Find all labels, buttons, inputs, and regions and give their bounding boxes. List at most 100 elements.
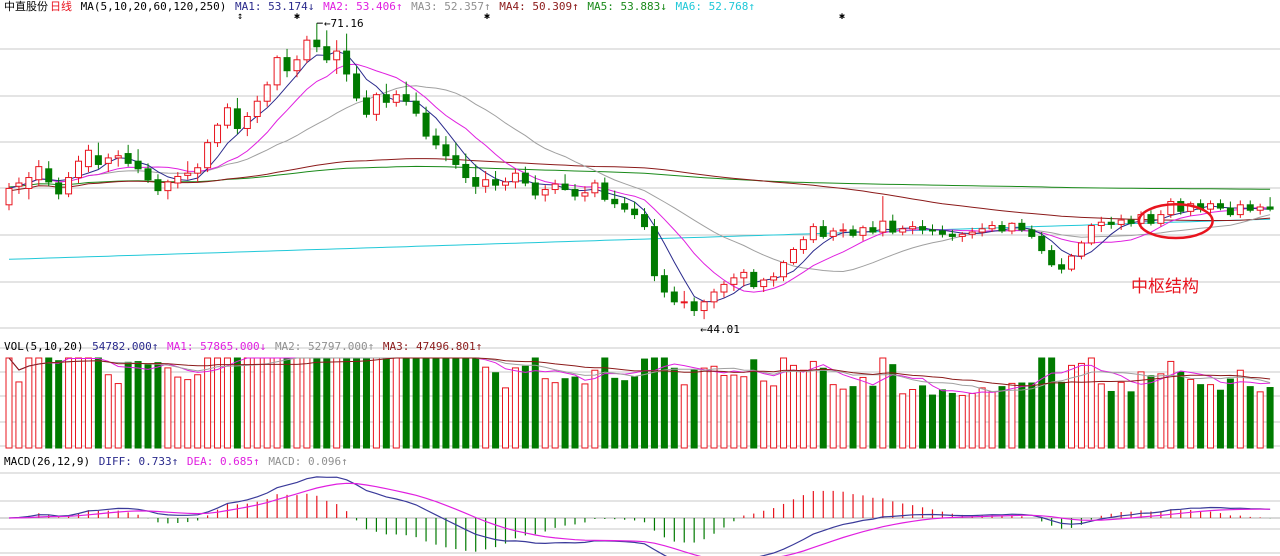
candle[interactable] bbox=[293, 59, 301, 72]
candle[interactable] bbox=[402, 94, 410, 102]
volume-bar[interactable] bbox=[75, 357, 83, 449]
volume-bar[interactable] bbox=[55, 360, 63, 449]
price-pane[interactable]: ←71.16 ←44.01 ↕ ✱ ✱ ✱ 中枢结构 bbox=[0, 0, 1280, 338]
candle[interactable] bbox=[223, 107, 231, 126]
volume-bar[interactable] bbox=[154, 362, 162, 449]
candle[interactable] bbox=[303, 39, 311, 61]
candle[interactable] bbox=[700, 301, 708, 312]
candle[interactable] bbox=[5, 187, 13, 206]
candle[interactable] bbox=[472, 177, 480, 187]
candle[interactable] bbox=[789, 249, 797, 264]
candle[interactable] bbox=[243, 115, 251, 129]
candle[interactable] bbox=[1216, 203, 1224, 209]
candle[interactable] bbox=[571, 189, 579, 197]
volume-bar[interactable] bbox=[859, 376, 867, 449]
candle[interactable] bbox=[1008, 222, 1016, 232]
volume-bar[interactable] bbox=[641, 358, 649, 449]
volume-bar[interactable] bbox=[442, 357, 450, 449]
candle[interactable] bbox=[740, 271, 748, 279]
candle[interactable] bbox=[621, 203, 629, 210]
volume-bar[interactable] bbox=[35, 357, 43, 449]
volume-chart[interactable] bbox=[0, 338, 1280, 453]
volume-bar[interactable] bbox=[382, 357, 390, 449]
volume-bar[interactable] bbox=[631, 376, 639, 449]
candle[interactable] bbox=[343, 50, 351, 75]
volume-bar[interactable] bbox=[541, 378, 549, 449]
volume-bar[interactable] bbox=[1008, 382, 1016, 449]
volume-bar[interactable] bbox=[571, 376, 579, 449]
volume-bar[interactable] bbox=[15, 381, 23, 449]
candle[interactable] bbox=[94, 155, 102, 165]
candle[interactable] bbox=[879, 220, 887, 233]
volume-bar[interactable] bbox=[1246, 386, 1254, 449]
volume-bar[interactable] bbox=[482, 366, 490, 449]
volume-bar[interactable] bbox=[561, 378, 569, 449]
candle[interactable] bbox=[1058, 264, 1066, 270]
volume-bar[interactable] bbox=[134, 361, 142, 449]
volume-bar[interactable] bbox=[263, 357, 271, 449]
volume-bar[interactable] bbox=[938, 389, 946, 449]
volume-bar[interactable] bbox=[343, 357, 351, 449]
volume-bar[interactable] bbox=[25, 357, 33, 449]
candle[interactable] bbox=[551, 183, 559, 191]
volume-bar[interactable] bbox=[303, 357, 311, 449]
volume-bar[interactable] bbox=[829, 384, 837, 449]
volume-bar[interactable] bbox=[740, 376, 748, 449]
volume-bar[interactable] bbox=[313, 357, 321, 449]
volume-bar[interactable] bbox=[700, 367, 708, 449]
candle[interactable] bbox=[601, 182, 609, 200]
candlestick-chart[interactable]: ←71.16←44.01↕ ✱ ✱ ✱中枢结构 bbox=[0, 0, 1280, 338]
volume-bar[interactable] bbox=[5, 357, 13, 449]
candle[interactable] bbox=[690, 301, 698, 312]
volume-bar[interactable] bbox=[948, 392, 956, 449]
volume-bar[interactable] bbox=[114, 383, 122, 449]
candle[interactable] bbox=[1147, 214, 1155, 224]
volume-bar[interactable] bbox=[1107, 390, 1115, 449]
candle[interactable] bbox=[1038, 235, 1046, 252]
candle[interactable] bbox=[362, 97, 370, 115]
candle[interactable] bbox=[1048, 250, 1056, 266]
candle[interactable] bbox=[392, 94, 400, 103]
candle[interactable] bbox=[184, 172, 192, 176]
volume-bar[interactable] bbox=[333, 357, 341, 449]
volume-bar[interactable] bbox=[194, 374, 202, 449]
candle[interactable] bbox=[382, 94, 390, 103]
volume-bar[interactable] bbox=[402, 357, 410, 449]
macd-chart[interactable] bbox=[0, 453, 1280, 556]
candle[interactable] bbox=[432, 135, 440, 146]
candle[interactable] bbox=[680, 301, 688, 304]
volume-bar[interactable] bbox=[591, 369, 599, 449]
volume-bar[interactable] bbox=[710, 365, 718, 449]
candle[interactable] bbox=[482, 179, 490, 187]
candle[interactable] bbox=[233, 108, 241, 129]
candle[interactable] bbox=[502, 181, 509, 186]
volume-bar[interactable] bbox=[521, 365, 529, 449]
volume-bar[interactable] bbox=[223, 357, 231, 449]
volume-bar[interactable] bbox=[621, 380, 629, 449]
volume-bar[interactable] bbox=[174, 376, 182, 449]
volume-bar[interactable] bbox=[1117, 381, 1125, 449]
volume-bar[interactable] bbox=[293, 357, 301, 449]
volume-bar[interactable] bbox=[1097, 383, 1105, 449]
candle[interactable] bbox=[780, 262, 788, 278]
candle[interactable] bbox=[45, 168, 53, 183]
volume-bar[interactable] bbox=[760, 380, 768, 449]
candle[interactable] bbox=[204, 142, 212, 169]
volume-bar[interactable] bbox=[452, 357, 460, 449]
candle[interactable] bbox=[710, 291, 718, 303]
candle[interactable] bbox=[641, 214, 649, 228]
candle[interactable] bbox=[919, 226, 927, 231]
candle[interactable] bbox=[1068, 255, 1076, 270]
candle[interactable] bbox=[770, 276, 778, 281]
volume-bar[interactable] bbox=[1018, 382, 1026, 449]
volume-bar[interactable] bbox=[432, 357, 440, 449]
candle[interactable] bbox=[730, 277, 738, 285]
candle[interactable] bbox=[372, 94, 380, 115]
volume-bar[interactable] bbox=[462, 357, 470, 449]
candle[interactable] bbox=[511, 172, 519, 183]
candle[interactable] bbox=[174, 175, 182, 184]
candle[interactable] bbox=[452, 155, 460, 165]
volume-bar[interactable] bbox=[1127, 391, 1135, 449]
candle[interactable] bbox=[899, 228, 907, 233]
volume-bar[interactable] bbox=[1058, 381, 1066, 449]
